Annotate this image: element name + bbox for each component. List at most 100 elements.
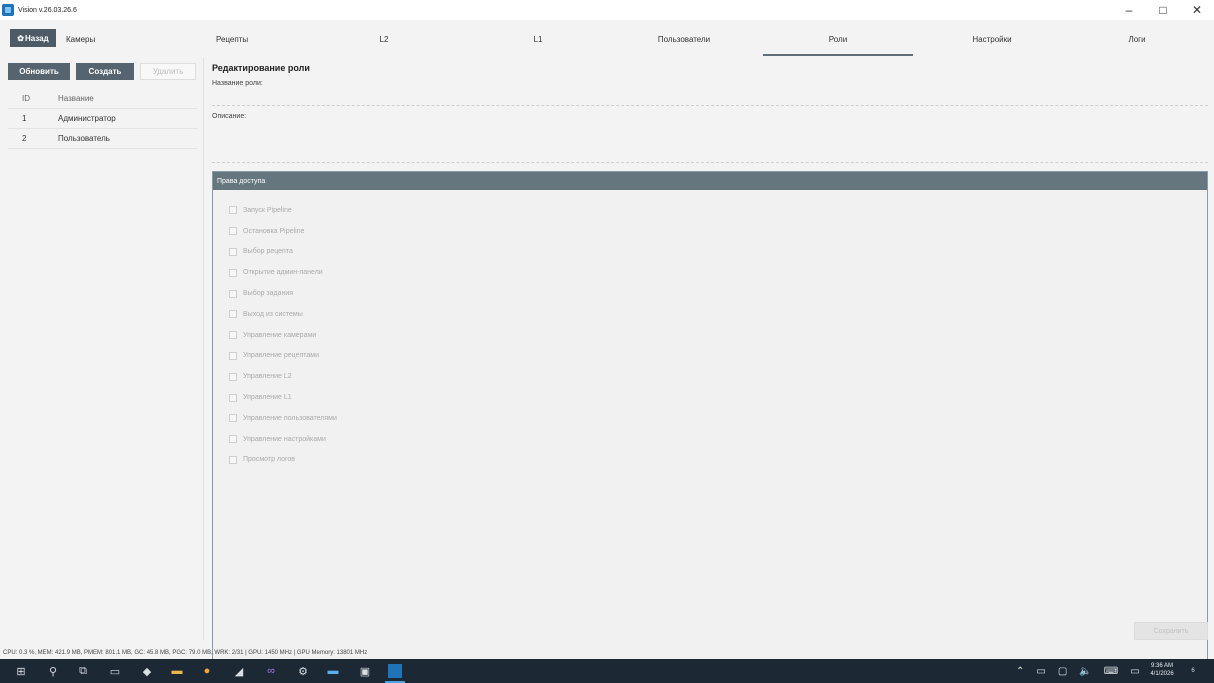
chevron-up-icon[interactable]: ⌃ bbox=[1016, 666, 1024, 677]
permissions-list: Запуск Pipeline Остановка Pipeline Выбор… bbox=[229, 200, 337, 470]
clock-time: 9:36 AM bbox=[1150, 663, 1173, 669]
permissions-header: Права доступа bbox=[213, 172, 1207, 190]
permission-label: Просмотр логов bbox=[243, 456, 295, 464]
taskbar: ⊞ ⚲ ⧉ ▭ ◆ ▬ ● ◢ ∞ ⚙ ▬ ▣ ⌃ ▭ ▢ 🔈 ⌨ ▭ 9:36… bbox=[0, 659, 1214, 683]
tab-l1[interactable]: L1 bbox=[463, 22, 613, 56]
permission-logout[interactable]: Выход из системы bbox=[229, 304, 337, 325]
column-header-name[interactable]: Название bbox=[42, 94, 198, 103]
tab-cameras[interactable]: Камеры bbox=[66, 22, 186, 56]
checkbox[interactable] bbox=[229, 247, 237, 256]
role-name-underline bbox=[212, 105, 1208, 106]
permission-select-task[interactable]: Выбор задания bbox=[229, 283, 337, 304]
tab-logs[interactable]: Логи bbox=[1062, 22, 1212, 56]
notification-count: 6 bbox=[1191, 668, 1195, 674]
table-row[interactable]: 1 Администратор bbox=[8, 109, 198, 129]
app-window: Vision v.26.03.26.6 – □ ✕ ✿ Назад Камеры… bbox=[0, 0, 1214, 683]
notification-icon[interactable]: 6 bbox=[1186, 664, 1200, 678]
checkbox[interactable] bbox=[229, 414, 237, 423]
refresh-button[interactable]: Обновить bbox=[8, 63, 70, 80]
settings-icon[interactable]: ⚙ bbox=[296, 664, 310, 678]
checkbox[interactable] bbox=[229, 372, 237, 381]
maximize-button[interactable]: □ bbox=[1146, 0, 1180, 20]
checkbox[interactable] bbox=[229, 268, 237, 277]
permissions-panel: Права доступа Запуск Pipeline Остановка … bbox=[212, 171, 1208, 673]
checkbox[interactable] bbox=[229, 227, 237, 236]
permission-manage-cameras[interactable]: Управление камерами bbox=[229, 325, 337, 346]
permission-label: Открытие админ-панели bbox=[243, 269, 323, 277]
row-id: 1 bbox=[22, 114, 27, 123]
tab-settings[interactable]: Настройки bbox=[917, 22, 1067, 56]
save-button[interactable]: Сохранить bbox=[1134, 622, 1208, 640]
permission-stop-pipeline[interactable]: Остановка Pipeline bbox=[229, 221, 337, 242]
checkbox[interactable] bbox=[229, 435, 237, 444]
role-name-input[interactable] bbox=[212, 90, 1208, 104]
checkbox[interactable] bbox=[229, 331, 237, 340]
permission-label: Управление камерами bbox=[243, 331, 317, 339]
permission-label: Выбор задания bbox=[243, 290, 294, 298]
permission-label: Управление L1 bbox=[243, 394, 292, 402]
permission-label: Выход из системы bbox=[243, 310, 303, 318]
column-header-id[interactable]: ID bbox=[8, 94, 42, 103]
network-icon[interactable]: ▭ bbox=[1036, 666, 1045, 677]
visual-studio-icon[interactable]: ∞ bbox=[264, 664, 278, 678]
role-editor: Редактирование роли Название роли: Описа… bbox=[212, 58, 1208, 673]
checkbox[interactable] bbox=[229, 393, 237, 402]
permission-label: Запуск Pipeline bbox=[243, 206, 292, 214]
checkbox[interactable] bbox=[229, 289, 237, 298]
table-row[interactable]: 2 Пользователь bbox=[8, 129, 198, 149]
delete-button[interactable]: Удалить bbox=[140, 63, 196, 80]
table-header: ID Название bbox=[8, 89, 198, 109]
permission-manage-users[interactable]: Управление пользователями bbox=[229, 408, 337, 429]
permission-manage-l2[interactable]: Управление L2 bbox=[229, 366, 337, 387]
checkbox[interactable] bbox=[229, 351, 237, 360]
checkbox[interactable] bbox=[229, 206, 237, 215]
app-logo-icon bbox=[2, 4, 14, 16]
volume-icon[interactable]: 🔈 bbox=[1079, 666, 1091, 677]
window-controls: – □ ✕ bbox=[1112, 0, 1214, 20]
permission-label: Выбор рецепта bbox=[243, 248, 293, 256]
back-button[interactable]: ✿ Назад bbox=[10, 29, 56, 47]
permission-manage-recipes[interactable]: Управление рецептами bbox=[229, 346, 337, 367]
permission-label: Остановка Pipeline bbox=[243, 227, 305, 235]
permission-select-recipe[interactable]: Выбор рецепта bbox=[229, 242, 337, 263]
permission-open-admin-panel[interactable]: Открытие админ-панели bbox=[229, 262, 337, 283]
chart-app-icon[interactable]: ◢ bbox=[232, 664, 246, 678]
browser-icon[interactable]: ● bbox=[200, 664, 214, 678]
permission-view-logs[interactable]: Просмотр логов bbox=[229, 450, 337, 471]
terminal-icon[interactable]: ▭ bbox=[108, 664, 122, 678]
description-label: Описание: bbox=[212, 113, 247, 120]
mail-icon[interactable]: ▬ bbox=[326, 664, 340, 678]
top-navigation: ✿ Назад Камеры Рецепты L2 L1 Пользовател… bbox=[0, 22, 1214, 56]
task-view-icon[interactable]: ⧉ bbox=[76, 664, 90, 678]
permission-label: Управление L2 bbox=[243, 373, 292, 381]
roles-table: ID Название 1 Администратор 2 Пользовате… bbox=[8, 89, 198, 149]
permission-label: Управление рецептами bbox=[243, 352, 320, 360]
permission-label: Управление пользователями bbox=[243, 414, 337, 422]
tab-users[interactable]: Пользователи bbox=[609, 22, 759, 56]
system-tray: ⌃ ▭ ▢ 🔈 ⌨ ▭ bbox=[1016, 659, 1140, 683]
app-pin-icon[interactable]: ◆ bbox=[140, 664, 154, 678]
keyboard-icon[interactable]: ⌨ bbox=[1104, 666, 1118, 677]
taskbar-clock[interactable]: 9:36 AM 4/1/2026 bbox=[1144, 662, 1180, 678]
permission-manage-settings[interactable]: Управление настройками bbox=[229, 429, 337, 450]
minimize-button[interactable]: – bbox=[1112, 0, 1146, 20]
description-input[interactable] bbox=[212, 124, 1208, 160]
close-button[interactable]: ✕ bbox=[1180, 0, 1214, 20]
file-explorer-icon[interactable]: ▬ bbox=[170, 664, 184, 678]
image-app-icon[interactable]: ▣ bbox=[358, 664, 372, 678]
permission-start-pipeline[interactable]: Запуск Pipeline bbox=[229, 200, 337, 221]
display-icon[interactable]: ▢ bbox=[1058, 666, 1067, 677]
status-bar: CPU: 0.3 %, MEM: 421.9 MB, PMEM: 801.1 M… bbox=[3, 650, 368, 656]
tab-roles[interactable]: Роли bbox=[763, 22, 913, 56]
gear-icon: ✿ bbox=[17, 33, 24, 43]
start-menu-icon[interactable]: ⊞ bbox=[14, 664, 28, 678]
language-icon[interactable]: ▭ bbox=[1130, 666, 1139, 677]
row-id: 2 bbox=[22, 134, 27, 143]
permission-manage-l1[interactable]: Управление L1 bbox=[229, 387, 337, 408]
search-icon[interactable]: ⚲ bbox=[46, 664, 60, 678]
checkbox[interactable] bbox=[229, 310, 237, 319]
checkbox[interactable] bbox=[229, 455, 237, 464]
create-button[interactable]: Создать bbox=[76, 63, 134, 80]
tab-l2[interactable]: L2 bbox=[309, 22, 459, 56]
vision-app-icon[interactable] bbox=[388, 664, 402, 678]
